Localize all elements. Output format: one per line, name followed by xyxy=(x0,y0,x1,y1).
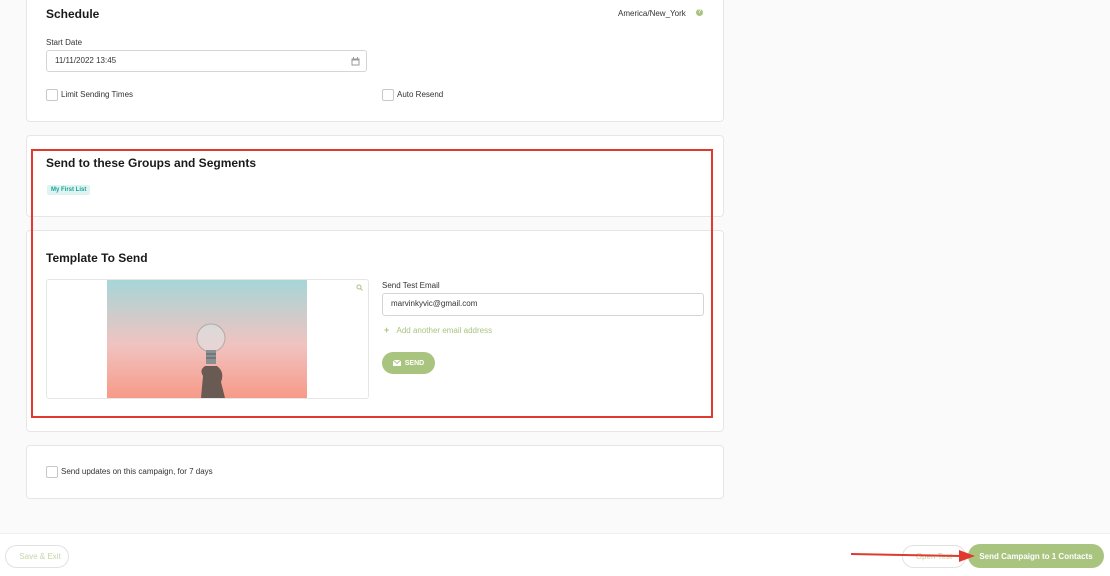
auto-resend-checkbox[interactable] xyxy=(382,89,394,101)
help-icon[interactable]: ? xyxy=(696,9,703,16)
save-exit-button[interactable]: Save & Exit xyxy=(5,545,69,568)
start-date-value: 11/11/2022 13:45 xyxy=(55,56,117,65)
send-campaign-label: Send Campaign to 1 Contacts xyxy=(979,551,1093,561)
start-date-input[interactable]: 11/11/2022 13:45 xyxy=(46,50,367,72)
schedule-card: Schedule America/New_York ? Start Date 1… xyxy=(26,0,724,122)
send-updates-checkbox[interactable] xyxy=(46,466,58,478)
calendar-icon[interactable] xyxy=(351,57,360,66)
send-campaign-button[interactable]: Send Campaign to 1 Contacts xyxy=(968,544,1104,568)
main-area: Schedule America/New_York ? Start Date 1… xyxy=(0,0,1110,533)
auto-resend-label: Auto Resend xyxy=(397,90,444,99)
save-exit-label: Save & Exit xyxy=(19,552,61,561)
updates-card: Send updates on this campaign, for 7 day… xyxy=(26,445,724,499)
annotation-highlight-box xyxy=(31,149,713,418)
limit-sending-times-label: Limit Sending Times xyxy=(61,90,134,99)
start-date-label: Start Date xyxy=(46,38,83,47)
timezone-label[interactable]: America/New_York xyxy=(618,9,686,18)
footer-bar: › Save & Exit Open Test Send Campaign to… xyxy=(0,533,1110,576)
send-updates-label: Send updates on this campaign, for 7 day… xyxy=(61,467,213,476)
limit-sending-times-checkbox[interactable] xyxy=(46,89,58,101)
annotation-arrow xyxy=(851,550,975,562)
schedule-title: Schedule xyxy=(46,7,100,21)
